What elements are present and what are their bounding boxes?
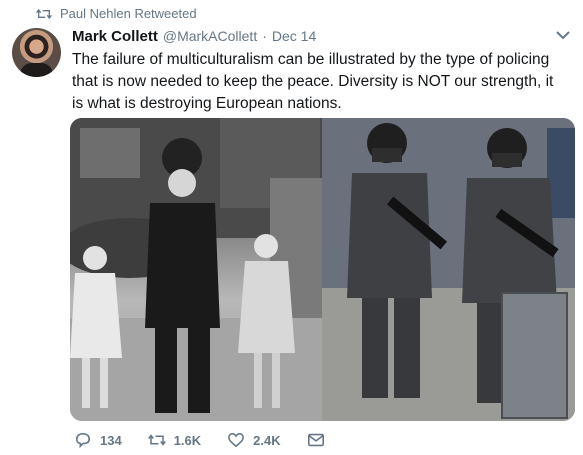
retweet-count: 1.6K (173, 432, 202, 448)
heart-icon[interactable] (227, 432, 245, 448)
like-count: 2.4K (253, 432, 281, 448)
retweet-icon (36, 8, 52, 19)
retweet-icon[interactable] (147, 432, 166, 448)
tweet-actions: 134 1.6K 2.4K (74, 432, 351, 448)
separator-dot: · (262, 28, 267, 44)
tweet-media[interactable] (70, 118, 575, 421)
media-photo-left[interactable] (70, 118, 322, 421)
like-action[interactable]: 2.4K (227, 432, 281, 448)
avatar[interactable] (12, 28, 61, 77)
tweet-text: The failure of multiculturalism can be i… (72, 51, 554, 112)
reply-count: 134 (100, 432, 122, 448)
reply-action[interactable]: 134 (74, 432, 122, 448)
retweet-action[interactable]: 1.6K (147, 432, 202, 448)
dm-action[interactable] (307, 432, 325, 448)
tweet-header: Mark Collett @MarkACollett · Dec 14 (72, 28, 316, 45)
retweet-context[interactable]: Paul Nehlen Retweeted (36, 6, 197, 21)
envelope-icon[interactable] (307, 432, 325, 448)
tweet-date[interactable]: Dec 14 (272, 28, 316, 44)
media-photo-right[interactable] (322, 118, 575, 421)
display-name[interactable]: Mark Collett (72, 28, 158, 45)
reply-icon[interactable] (74, 432, 92, 448)
retweet-label: Paul Nehlen Retweeted (60, 6, 197, 21)
chevron-down-icon[interactable] (556, 30, 570, 40)
user-handle[interactable]: @MarkACollett (163, 28, 257, 44)
